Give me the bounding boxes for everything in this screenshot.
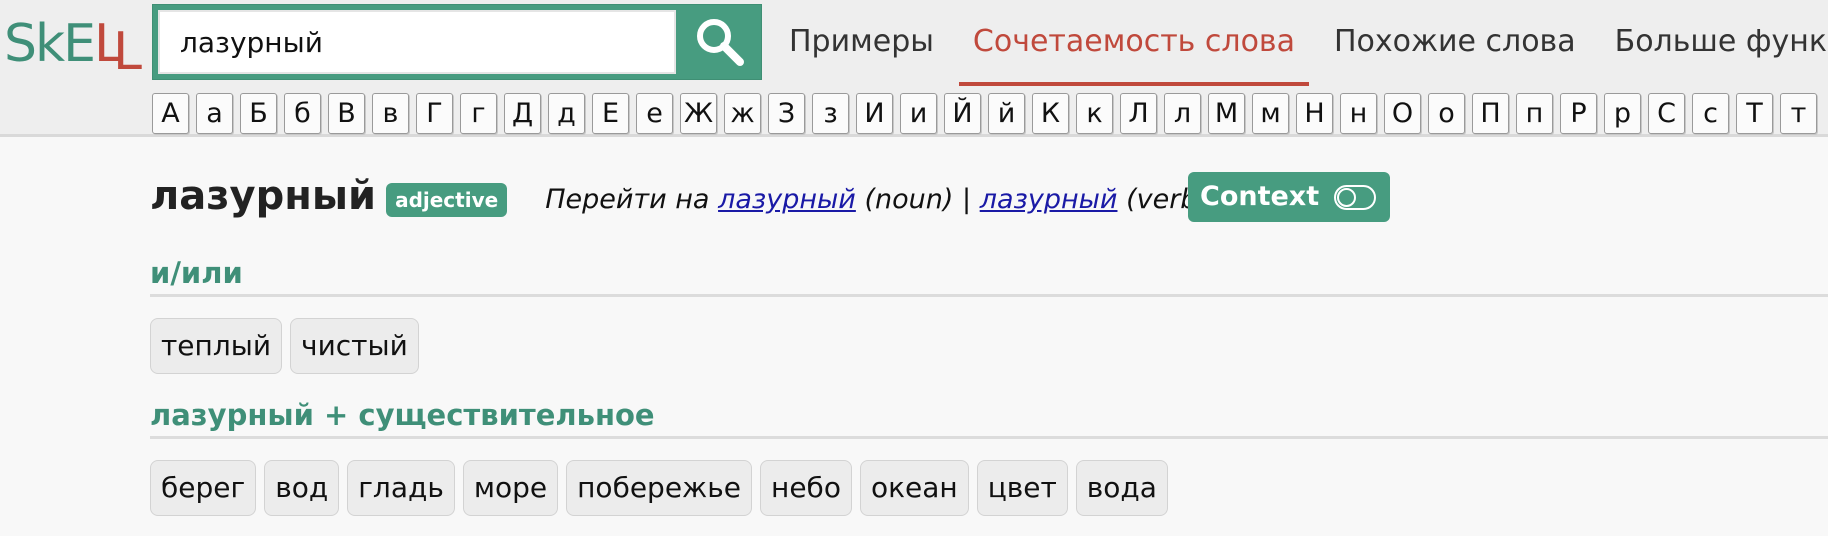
collocation-chip[interactable]: берег [150,460,257,516]
letter-key[interactable]: А [152,93,189,134]
collocation-chip[interactable]: теплый [150,318,283,374]
nav-similar-words[interactable]: Похожие слова [1320,0,1590,86]
pos-badge: adjective [386,183,508,217]
letter-key[interactable]: н [1340,93,1377,134]
letter-key[interactable]: Р [1560,93,1597,134]
search-icon [697,19,744,66]
collocation-chip[interactable]: гладь [347,460,455,516]
letter-key[interactable]: к [1076,93,1113,134]
letter-key[interactable]: З [768,93,805,134]
toggle-icon [1334,185,1376,210]
virtual-keyboard: АаБбВвГгДдЕеЖжЗзИиЙйКкЛлМмНнОоПпРрСсТт [152,93,1824,134]
logo-letter-k: k [35,14,65,74]
letter-key[interactable]: ж [724,93,761,134]
logo-letter-e: E [63,14,96,74]
letter-key[interactable]: И [856,93,893,134]
section-divider [150,436,1828,439]
letter-key[interactable]: Г [416,93,453,134]
chips-and-or: теплый чистый [150,318,427,374]
section-title-and-or: и/или [150,256,243,290]
search-button[interactable] [680,7,760,77]
collocation-chip[interactable]: вода [1075,460,1168,516]
collocation-chip[interactable]: вод [264,460,340,516]
letter-key[interactable]: л [1164,93,1201,134]
letter-key[interactable]: К [1032,93,1069,134]
goto-separator: | [961,183,972,215]
letter-key[interactable]: П [1472,93,1509,134]
letter-key[interactable]: Т [1736,93,1773,134]
nav-collocations[interactable]: Сочетаемость слова [958,0,1309,86]
goto-link-noun[interactable]: лазурный [718,184,856,215]
letter-key[interactable]: р [1604,93,1641,134]
letter-key[interactable]: з [812,93,849,134]
headword: лазурный [150,173,377,219]
letter-key[interactable]: Й [944,93,981,134]
collocation-chip[interactable]: океан [859,460,969,516]
letter-key[interactable]: Н [1296,93,1333,134]
goto-line: Перейти на лазурный (noun) | лазурный (v… [545,184,1208,215]
letter-key[interactable]: Д [504,93,541,134]
letter-key[interactable]: Е [592,93,629,134]
letter-key[interactable]: в [372,93,409,134]
search-input[interactable] [158,10,676,74]
skell-logo[interactable]: SkELL [4,14,142,82]
logo-letter-s: S [4,14,37,74]
letter-key[interactable]: О [1384,93,1421,134]
entry-header: лазурный adjective Перейти на лазурный (… [150,166,1208,226]
letter-key[interactable]: Ж [680,93,717,134]
letter-key[interactable]: о [1428,93,1465,134]
collocation-chip[interactable]: море [462,460,559,516]
letter-key[interactable]: м [1252,93,1289,134]
goto-link-verb[interactable]: лазурный [980,184,1118,215]
section-title-adj-noun: лазурный + существительное [150,398,655,432]
nav-more-features[interactable]: Больше функций [1601,0,1828,86]
letter-key[interactable]: й [988,93,1025,134]
collocation-chip[interactable]: чистый [290,318,419,374]
letter-key[interactable]: а [196,93,233,134]
section-divider [150,294,1828,297]
letter-key[interactable]: Л [1120,93,1157,134]
main-nav: Примеры Сочетаемость слова Похожие слова… [775,0,1828,86]
letter-key[interactable]: и [900,93,937,134]
letter-key[interactable]: М [1208,93,1245,134]
letter-key[interactable]: е [636,93,673,134]
logo-letter-l2: L [112,22,142,82]
collocation-chip[interactable]: небо [760,460,852,516]
context-label: Context [1200,181,1320,212]
letter-key[interactable]: В [328,93,365,134]
search-bar [152,4,762,80]
chips-adj-noun: берег вод гладь море побережье небо океа… [150,460,1176,516]
letter-key[interactable]: С [1648,93,1685,134]
collocation-chip[interactable]: побережье [566,460,753,516]
nav-examples[interactable]: Примеры [775,0,948,86]
collocation-chip[interactable]: цвет [976,460,1068,516]
letter-key[interactable]: п [1516,93,1553,134]
goto-prefix: Перейти на [545,183,710,215]
letter-key[interactable]: с [1692,93,1729,134]
letter-key[interactable]: т [1780,93,1817,134]
header: SkELL Примеры Сочетаемость слова Похожие… [0,0,1828,137]
context-toggle-button[interactable]: Context [1188,172,1390,222]
letter-key[interactable]: б [284,93,321,134]
goto-pos-noun: (noun) [864,183,954,215]
letter-key[interactable]: д [548,93,585,134]
letter-key[interactable]: Б [240,93,277,134]
letter-key[interactable]: г [460,93,497,134]
